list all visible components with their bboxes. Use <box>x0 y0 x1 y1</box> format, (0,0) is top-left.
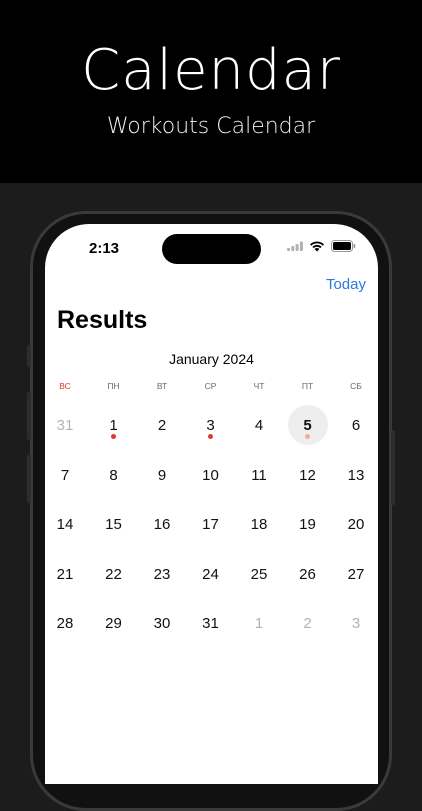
calendar-grid: 31 1 2 3 4 5 6 7 8 9 10 11 12 13 14 15 16 17 18 19 20 21 22 23 2… <box>45 224 378 784</box>
day-number: 2 <box>157 416 167 434</box>
promo-subtitle: Workouts Calendar <box>106 114 316 139</box>
calendar-day[interactable]: 26 <box>288 554 328 594</box>
day-number: 8 <box>109 466 118 484</box>
day-number: 2 <box>303 614 312 632</box>
calendar-day[interactable]: 30 <box>142 603 182 643</box>
calendar-day[interactable]: 2 <box>142 405 182 445</box>
calendar-day[interactable]: 3 <box>336 603 376 643</box>
calendar-day[interactable]: 24 <box>191 554 231 594</box>
day-number: 6 <box>351 416 361 434</box>
calendar-day[interactable]: 15 <box>94 504 134 544</box>
calendar-day[interactable]: 11 <box>239 455 279 495</box>
day-number: 10 <box>202 466 219 484</box>
day-number: 13 <box>347 466 365 484</box>
day-number: 14 <box>56 515 74 533</box>
calendar-day[interactable]: 31 <box>45 405 85 445</box>
day-number: 16 <box>153 515 171 533</box>
day-number: 21 <box>56 565 74 583</box>
day-number: 30 <box>153 614 171 632</box>
calendar-day[interactable]: 8 <box>94 455 134 495</box>
side-button-left <box>27 392 31 440</box>
day-number: 20 <box>347 515 365 533</box>
calendar-day[interactable]: 10 <box>191 455 231 495</box>
calendar-day[interactable]: 12 <box>288 455 328 495</box>
calendar-day[interactable]: 2 <box>288 603 328 643</box>
side-button-right <box>391 430 395 505</box>
day-number: 15 <box>105 515 122 533</box>
day-number: 18 <box>250 515 268 533</box>
workout-dot-icon <box>111 434 116 439</box>
day-number: 17 <box>202 515 219 533</box>
day-number: 11 <box>251 466 267 484</box>
day-number: 5 <box>303 416 312 434</box>
day-number: 7 <box>60 466 70 484</box>
day-number: 24 <box>202 565 219 583</box>
calendar-day[interactable]: 27 <box>336 554 376 594</box>
calendar-day-today[interactable]: 5 <box>287 405 328 445</box>
calendar-day[interactable]: 1 <box>94 405 134 445</box>
calendar-day[interactable]: 1 <box>239 603 279 643</box>
workout-dot-icon <box>305 434 310 439</box>
calendar-day[interactable]: 28 <box>45 603 85 643</box>
calendar-day[interactable]: 3 <box>191 405 231 445</box>
day-number: 29 <box>105 614 122 632</box>
day-number: 1 <box>254 614 264 632</box>
calendar-day[interactable]: 29 <box>94 603 134 643</box>
calendar-day[interactable]: 6 <box>336 405 376 445</box>
day-number: 22 <box>105 565 122 583</box>
day-number: 3 <box>351 614 361 632</box>
promo-banner: Calendar Workouts Calendar <box>0 0 422 183</box>
workout-dot-icon <box>208 434 213 439</box>
day-number: 25 <box>250 565 268 583</box>
day-number: 23 <box>153 565 171 583</box>
calendar-day[interactable]: 14 <box>45 504 85 544</box>
calendar-day[interactable]: 23 <box>142 554 182 594</box>
calendar-day[interactable]: 20 <box>336 504 376 544</box>
calendar-day[interactable]: 13 <box>336 455 376 495</box>
calendar-day[interactable]: 18 <box>239 504 279 544</box>
calendar-day[interactable]: 31 <box>191 603 231 643</box>
day-number: 1 <box>109 416 118 434</box>
day-number: 9 <box>157 466 167 484</box>
day-number: 4 <box>254 416 264 434</box>
calendar-day[interactable]: 25 <box>239 554 279 594</box>
side-button-left <box>27 455 31 503</box>
day-number: 12 <box>299 466 316 484</box>
calendar-day[interactable]: 16 <box>142 504 182 544</box>
day-number: 31 <box>202 614 219 632</box>
calendar-day[interactable]: 22 <box>94 554 134 594</box>
calendar-day[interactable]: 4 <box>239 405 279 445</box>
calendar-day[interactable]: 7 <box>45 455 85 495</box>
calendar-day[interactable]: 19 <box>288 504 328 544</box>
day-number: 31 <box>56 416 74 434</box>
phone-screen: 2:13 Today Results January 2024 ВС ПН ВТ СР… <box>45 224 378 784</box>
calendar-day[interactable]: 21 <box>45 554 85 594</box>
day-number: 27 <box>347 565 365 583</box>
day-number: 28 <box>56 614 74 632</box>
promo-title: Calendar <box>81 38 341 103</box>
day-number: 3 <box>206 416 215 434</box>
day-number: 26 <box>299 565 316 583</box>
calendar-day[interactable]: 17 <box>191 504 231 544</box>
day-number: 19 <box>299 515 316 533</box>
calendar-day[interactable]: 9 <box>142 455 182 495</box>
side-button-left <box>27 345 31 367</box>
